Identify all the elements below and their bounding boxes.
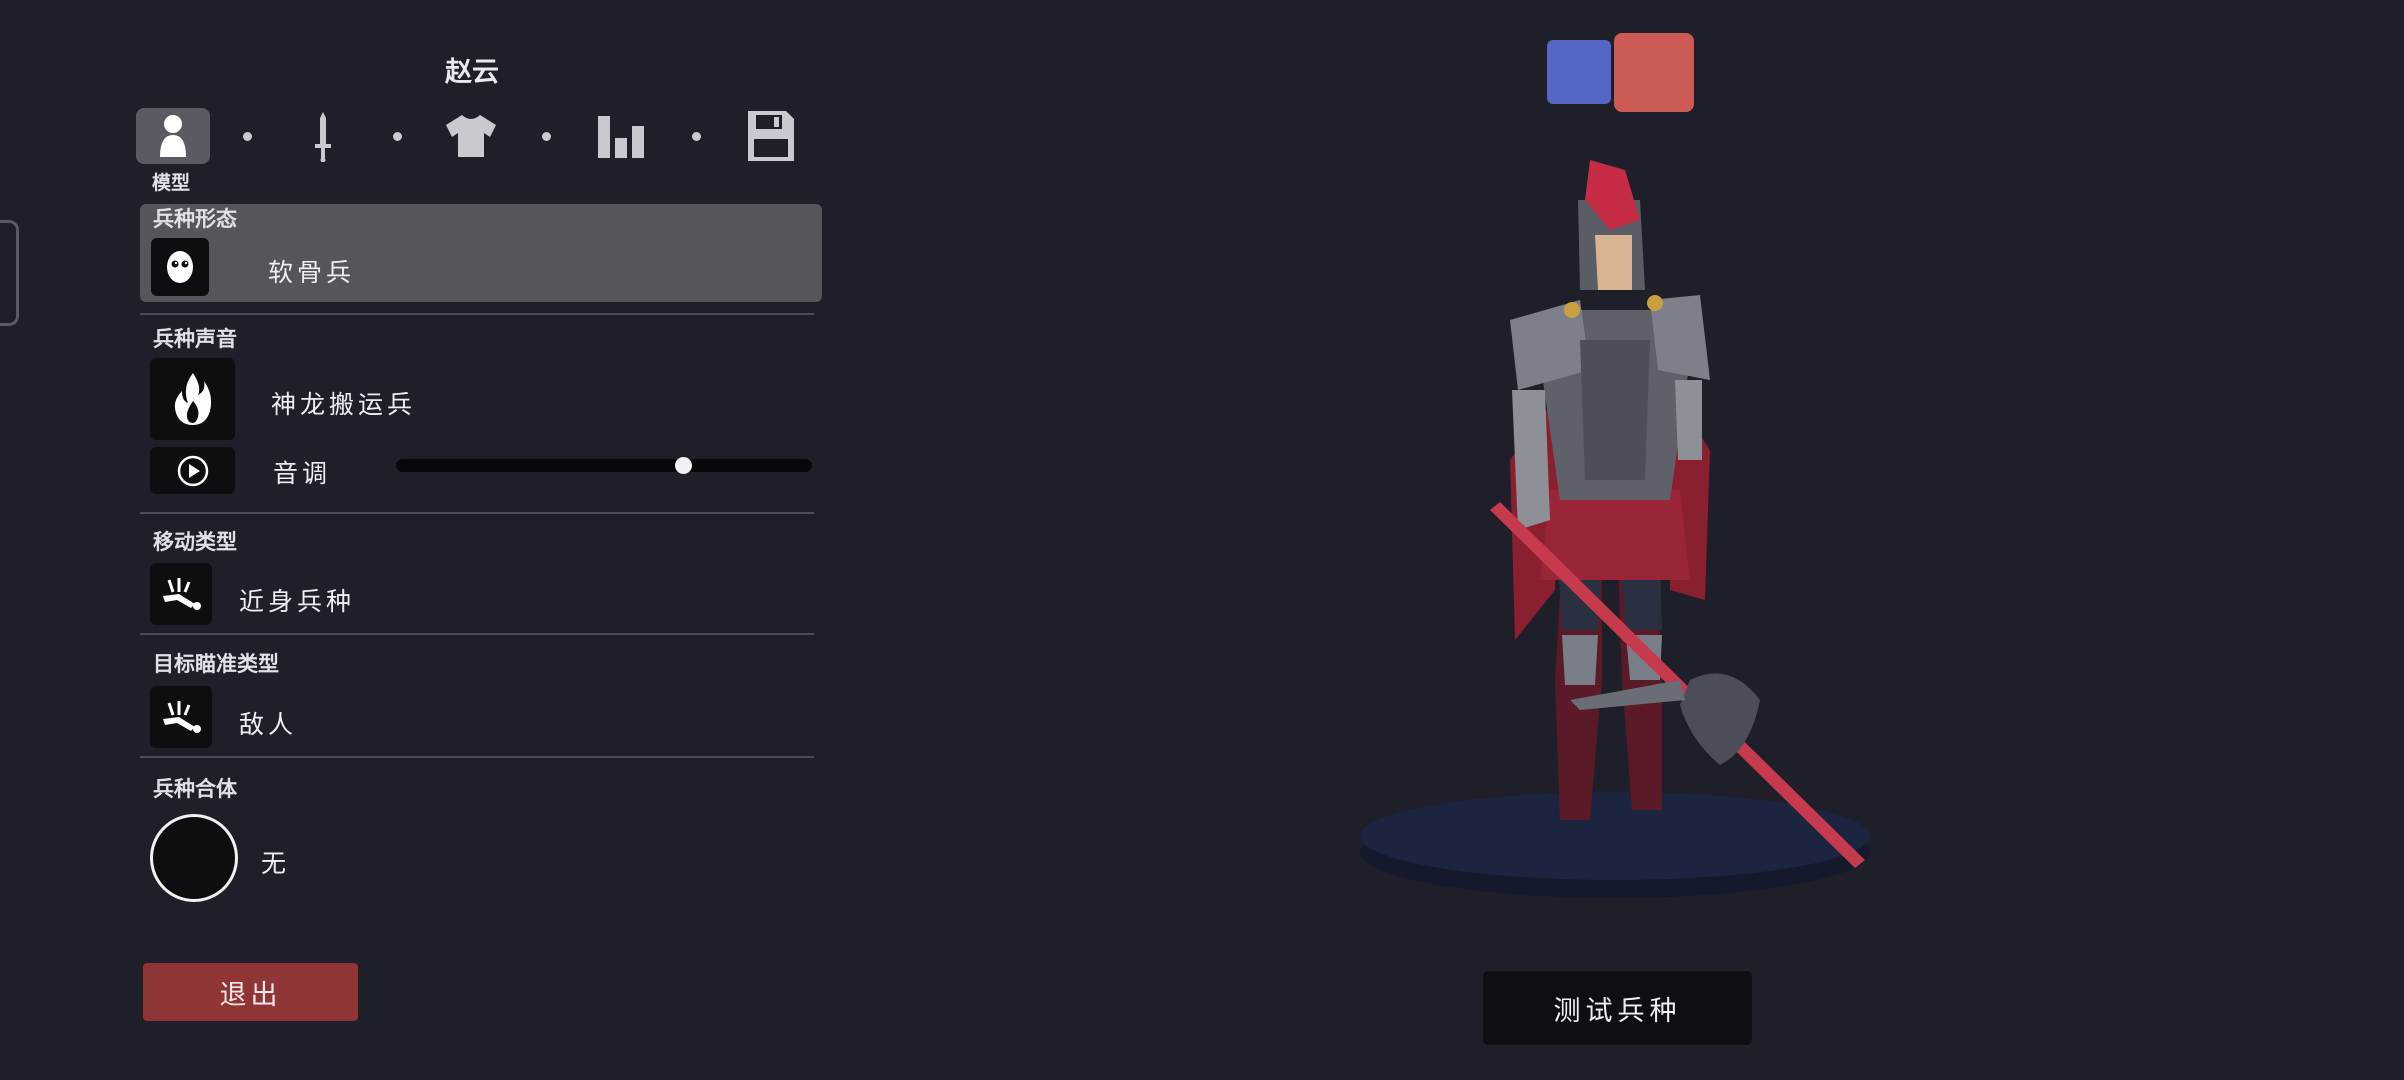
tab-clothing[interactable]: [434, 108, 508, 164]
team-color-red-swatch[interactable]: [1614, 33, 1694, 112]
person-icon: [160, 115, 186, 157]
section-divider: [140, 756, 814, 758]
shirt-icon: [446, 115, 496, 157]
tab-stats[interactable]: [584, 108, 658, 164]
bar-chart-icon: [598, 116, 644, 158]
side-panel-handle[interactable]: [0, 220, 19, 326]
tab-separator-dot: [692, 132, 701, 141]
tab-separator-dot: [243, 132, 252, 141]
tab-separator-dot: [542, 132, 551, 141]
save-icon: [748, 111, 794, 161]
section-divider: [140, 512, 814, 514]
tab-model[interactable]: [136, 108, 210, 164]
unit-combine-label: 兵种合体: [153, 777, 237, 801]
voice-play-button[interactable]: [150, 447, 235, 494]
unit-name-title: 赵云: [445, 57, 499, 88]
fire-icon: [174, 373, 211, 425]
team-color-blue-swatch[interactable]: [1547, 40, 1611, 104]
unit-voice-label: 兵种声音: [153, 327, 237, 351]
editor-tab-bar: [136, 108, 816, 164]
movement-type-value: 近身兵种: [239, 587, 356, 616]
targeting-type-label: 目标瞄准类型: [153, 652, 279, 676]
targeting-type-value: 敌人: [239, 710, 298, 739]
pitch-slider-track[interactable]: [396, 459, 812, 472]
unit-form-icon-box[interactable]: [151, 238, 209, 296]
unit-form-label: 兵种形态: [153, 207, 237, 231]
section-divider: [140, 313, 814, 315]
unit-preview-model[interactable]: [1340, 160, 1880, 910]
unit-combine-value: 无: [261, 849, 291, 878]
tab-save[interactable]: [734, 108, 808, 164]
tab-model-label: 模型: [152, 172, 191, 194]
tab-separator-dot: [393, 132, 402, 141]
melee-icon: [163, 578, 201, 610]
pitch-label: 音调: [273, 459, 332, 488]
unit-voice-value: 神龙搬运兵: [271, 390, 417, 419]
exit-button[interactable]: 退出: [143, 963, 358, 1021]
section-divider: [140, 633, 814, 635]
pitch-slider-knob[interactable]: [674, 457, 692, 474]
play-icon: [177, 455, 208, 486]
movement-type-label: 移动类型: [153, 530, 237, 554]
unit-form-row[interactable]: [140, 204, 822, 302]
sword-icon: [315, 112, 331, 162]
ghost-face-icon: [167, 251, 193, 283]
movement-type-icon-box[interactable]: [150, 563, 212, 625]
empty-circle-icon[interactable]: [150, 814, 238, 902]
unit-form-value: 软骨兵: [268, 258, 356, 287]
test-unit-button[interactable]: 测试兵种: [1483, 971, 1752, 1045]
target-enemy-icon: [163, 701, 201, 733]
targeting-type-icon-box[interactable]: [150, 686, 212, 748]
unit-voice-icon-box[interactable]: [150, 358, 235, 440]
tab-weapon[interactable]: [286, 108, 360, 164]
